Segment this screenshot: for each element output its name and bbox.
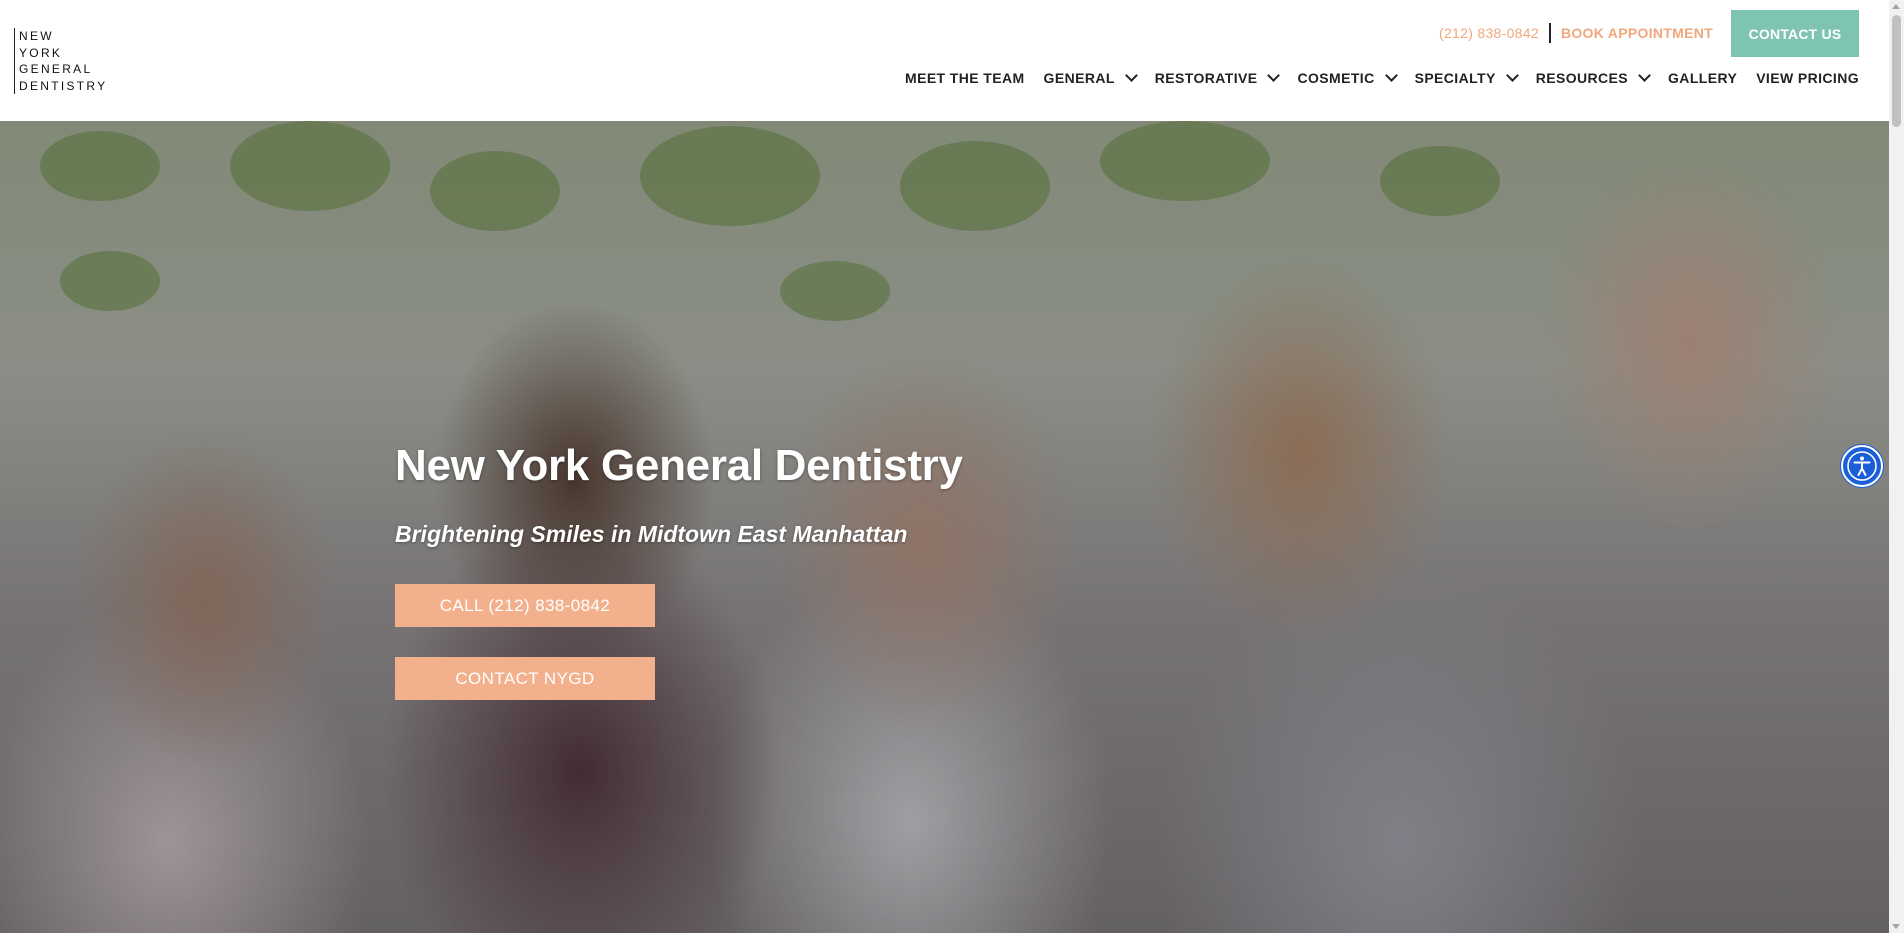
chevron-down-icon [1267, 68, 1281, 82]
utility-divider [1548, 23, 1551, 43]
contact-nygd-button[interactable]: CONTACT NYGD [395, 657, 655, 700]
page-scrollbar[interactable] [1889, 0, 1904, 933]
nav-item-resources[interactable]: RESOURCES [1535, 68, 1651, 86]
scrollbar-thumb[interactable] [1892, 15, 1901, 127]
accessibility-icon [1847, 451, 1877, 481]
nav-item-label: GENERAL [1043, 70, 1115, 86]
nav-item-specialty[interactable]: SPECIALTY [1414, 68, 1519, 86]
nav-item-restorative[interactable]: RESTORATIVE [1154, 68, 1281, 86]
scroll-up-arrow-icon[interactable] [1892, 4, 1900, 9]
nav-item-meet-the-team[interactable]: MEET THE TEAM [905, 70, 1025, 86]
hero-content: New York General Dentistry Brightening S… [395, 441, 963, 700]
scroll-down-arrow-icon[interactable] [1892, 924, 1900, 929]
nav-item-gallery[interactable]: GALLERY [1668, 70, 1737, 86]
nav-item-label: COSMETIC [1297, 70, 1375, 86]
nav-item-view-pricing[interactable]: VIEW PRICING [1756, 70, 1859, 86]
accessibility-button[interactable] [1841, 445, 1883, 487]
call-phone-button[interactable]: CALL (212) 838-0842 [395, 584, 655, 627]
nav-item-label: SPECIALTY [1414, 70, 1496, 86]
logo-line-2: YORK [19, 45, 63, 60]
nav-item-label: RESOURCES [1535, 70, 1629, 86]
header-phone-link[interactable]: (212) 838-0842 [1439, 25, 1539, 41]
site-header: NEW YORK GENERAL DENTISTRY (212) 838-084… [0, 0, 1889, 121]
hero-title: New York General Dentistry [395, 441, 963, 490]
book-appointment-link[interactable]: BOOK APPOINTMENT [1561, 25, 1713, 41]
page: NEW YORK GENERAL DENTISTRY (212) 838-084… [0, 0, 1904, 933]
nav-item-general[interactable]: GENERAL [1043, 68, 1138, 86]
nav-item-label: VIEW PRICING [1756, 70, 1859, 86]
nav-item-label: GALLERY [1668, 70, 1738, 86]
nav-item-label: RESTORATIVE [1154, 70, 1258, 86]
hero-subtitle: Brightening Smiles in Midtown East Manha… [395, 521, 908, 547]
contact-us-button[interactable]: CONTACT US [1731, 10, 1859, 57]
chevron-down-icon [1638, 68, 1651, 82]
logo-line-4: DENTISTRY [19, 78, 108, 93]
utility-bar: (212) 838-0842 BOOK APPOINTMENT [1439, 23, 1713, 43]
chevron-down-icon [1124, 68, 1138, 82]
nav-item-cosmetic[interactable]: COSMETIC [1297, 68, 1398, 86]
hero-section: New York General Dentistry Brightening S… [0, 121, 1889, 933]
main-nav: MEET THE TEAM GENERAL RESTORATIVE COSMET… [905, 68, 1859, 86]
nav-item-label: MEET THE TEAM [905, 70, 1025, 86]
logo-line-1: NEW [19, 29, 54, 43]
logo-line-3: GENERAL [19, 62, 93, 76]
chevron-down-icon [1505, 68, 1519, 82]
site-logo[interactable]: NEW YORK GENERAL DENTISTRY [14, 28, 108, 94]
chevron-down-icon [1384, 68, 1398, 82]
